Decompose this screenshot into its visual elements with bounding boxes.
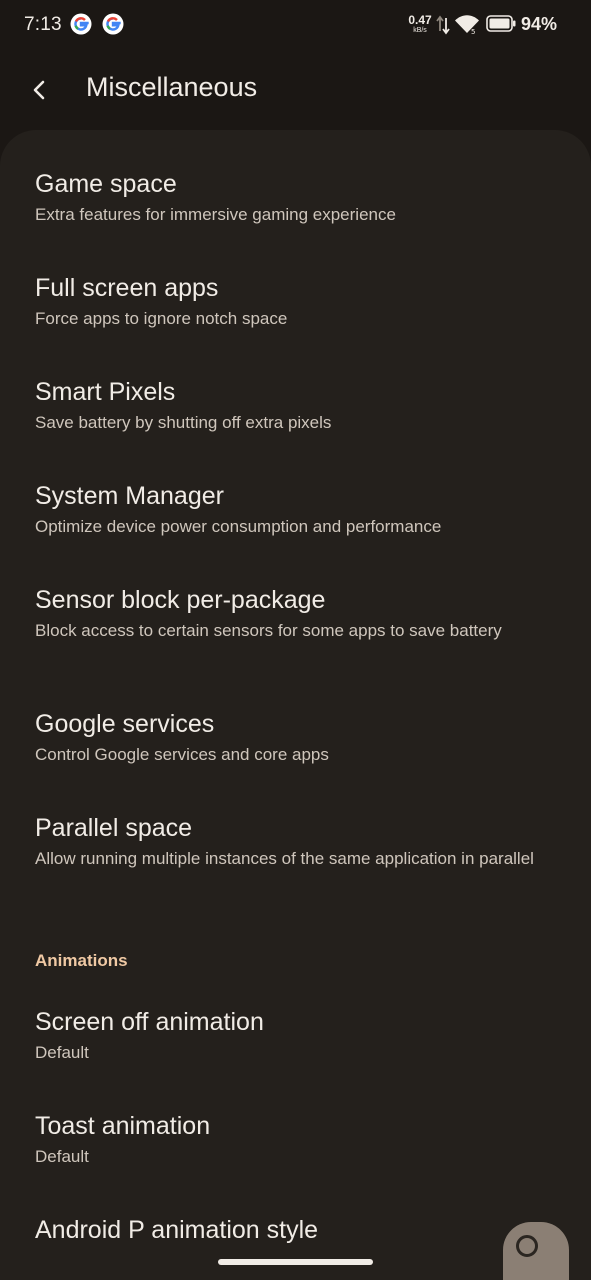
pref-title: Full screen apps (35, 274, 219, 302)
wifi-icon: 5 (455, 15, 479, 35)
data-arrows-icon (436, 15, 450, 35)
pref-toast-animation[interactable]: Toast animation Default (0, 1112, 591, 1208)
network-speed-unit: kB/s (413, 27, 427, 34)
search-icon (516, 1235, 538, 1257)
pref-title: Smart Pixels (35, 378, 176, 406)
pref-smart-pixels[interactable]: Smart Pixels Save battery by shutting of… (0, 378, 591, 474)
pref-title: System Manager (35, 482, 224, 510)
pref-game-space[interactable]: Game space Extra features for immersive … (0, 170, 591, 266)
pref-title: Parallel space (35, 814, 193, 842)
pref-summary: Control Google services and core apps (35, 745, 329, 764)
battery-icon (486, 15, 516, 32)
settings-list: Game space Extra features for immersive … (0, 130, 591, 1280)
pref-system-manager[interactable]: System Manager Optimize device power con… (0, 482, 591, 578)
back-arrow-icon (33, 80, 45, 100)
network-speed: 0.47 kB/s (405, 14, 435, 34)
pref-parallel-space[interactable]: Parallel space Allow running multiple in… (0, 814, 591, 910)
pref-summary: Extra features for immersive gaming expe… (35, 205, 396, 224)
pref-title: Android P animation style (35, 1216, 319, 1244)
google-icon (70, 13, 92, 35)
pref-summary: Force apps to ignore notch space (35, 309, 288, 328)
back-button[interactable] (20, 70, 60, 110)
pref-summary: Default (35, 1043, 89, 1062)
pref-summary: Save battery by shutting off extra pixel… (35, 413, 332, 432)
battery-percent: 94% (521, 14, 558, 34)
pref-title: Sensor block per-package (35, 586, 326, 614)
pref-summary: Allow running multiple instances of the … (35, 849, 534, 868)
pref-google-services[interactable]: Google services Control Google services … (0, 710, 591, 806)
pref-summary: Block access to certain sensors for some… (35, 621, 502, 640)
pref-summary: Default (35, 1147, 89, 1166)
pref-title: Toast animation (35, 1112, 211, 1140)
network-speed-value: 0.47 (408, 13, 432, 27)
page-title: Miscellaneous (86, 72, 258, 102)
section-header-animations: Animations (35, 951, 128, 970)
pref-sensor-block[interactable]: Sensor block per-package Block access to… (0, 586, 591, 682)
floating-action-button[interactable] (503, 1222, 569, 1280)
status-bar: 7:13 0.47 kB/s 5 94% (0, 0, 591, 52)
pref-title: Game space (35, 170, 177, 198)
svg-text:5: 5 (471, 28, 475, 35)
status-time: 7:13 (24, 14, 62, 35)
pref-title: Screen off animation (35, 1008, 264, 1036)
pref-summary: Optimize device power consumption and pe… (35, 517, 442, 536)
pref-full-screen-apps[interactable]: Full screen apps Force apps to ignore no… (0, 274, 591, 370)
toolbar: Miscellaneous (0, 52, 591, 130)
google-icon (102, 13, 124, 35)
pref-title: Google services (35, 710, 215, 738)
pref-screen-off-animation[interactable]: Screen off animation Default (0, 1008, 591, 1104)
gesture-navigation-handle[interactable] (218, 1259, 373, 1265)
